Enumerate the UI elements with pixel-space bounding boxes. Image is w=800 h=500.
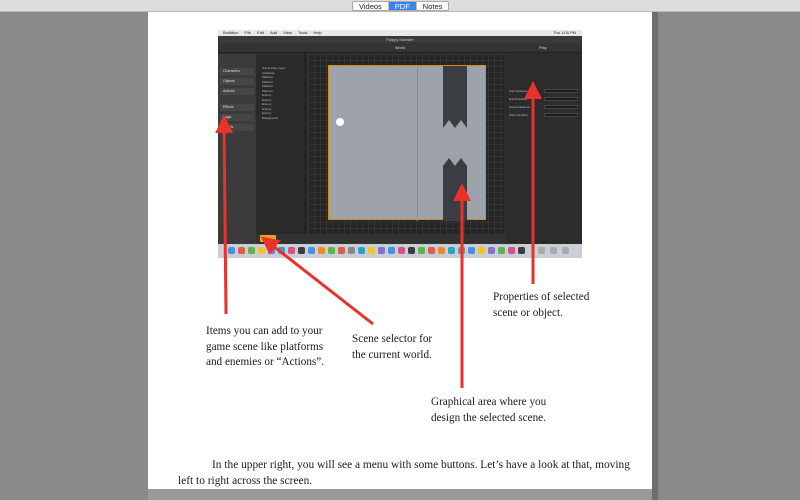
menu-edit: Edit (257, 30, 264, 35)
dock-app-icon (298, 247, 305, 254)
dock-app-icon (508, 247, 515, 254)
dock-app-icon (358, 247, 365, 254)
dock-app-icon (538, 247, 545, 254)
character-ball (336, 118, 344, 126)
dock-app-icon (448, 247, 455, 254)
prop-row: Start Distance (506, 88, 582, 94)
category-characters: Characters (220, 68, 254, 75)
prop-field (544, 105, 578, 109)
dock-app-icon (518, 247, 525, 254)
tab-videos[interactable]: Videos (353, 2, 389, 11)
label-scene-selector: Scene selector for the current world. (352, 333, 433, 361)
top-bar: Videos PDF Notes (0, 0, 800, 12)
menu-app: Buildbox (223, 30, 239, 35)
embedded-screenshot: Buildbox File Edit Add View Tools Help T… (218, 30, 582, 258)
dock-app-icon (458, 247, 465, 254)
dock-app-icon (398, 247, 405, 254)
dock-app-icon (428, 247, 435, 254)
dock-app-icon (278, 247, 285, 254)
world-selector-bar (256, 234, 506, 244)
page-bottom-edge (148, 489, 652, 500)
scene-world-area (328, 65, 486, 221)
view-segmented-control: Videos PDF Notes (352, 1, 450, 11)
left-margin (0, 12, 148, 500)
dock-app-icon (378, 247, 385, 254)
prop-label: Scene Distance (509, 105, 531, 109)
category-effects: Effects (220, 104, 254, 111)
dock-app-icon (348, 247, 355, 254)
label-properties: Properties of selected scene or object. (493, 291, 590, 319)
dock-app-icon (318, 247, 325, 254)
asset-categories-panel: Characters Objects Actions Effects Logic… (218, 54, 256, 244)
tab-notes[interactable]: Notes (417, 2, 449, 11)
prop-row: Scene Distance (506, 104, 582, 110)
menu-view: View (283, 30, 292, 35)
dock-app-icon (488, 247, 495, 254)
dock-app-icon (562, 247, 569, 254)
category-objects: Objects (220, 78, 254, 85)
dock-app-icon (438, 247, 445, 254)
tab-pdf[interactable]: PDF (388, 2, 417, 11)
dock-app-icon (328, 247, 335, 254)
prop-row: Play Condition (506, 112, 582, 118)
embedded-toolbar: World Play (218, 43, 582, 53)
dock-app-icon (478, 247, 485, 254)
category-actions: Actions (220, 88, 254, 95)
dock-app-icon (288, 247, 295, 254)
category-logic: Logic (220, 114, 254, 121)
label-graphical-area: Graphical area where you design the sele… (431, 396, 547, 424)
dock-app-icon (408, 247, 415, 254)
prop-field (544, 113, 578, 117)
body-paragraph: In the upper right, you will see a menu … (178, 459, 630, 487)
dock-app-icon (338, 247, 345, 254)
dock-app-icon (418, 247, 425, 254)
prop-field (544, 97, 578, 101)
dock-app-icon (228, 247, 235, 254)
dock-app-icon (498, 247, 505, 254)
menu-add: Add (270, 30, 278, 35)
menu-tools: Tools (298, 30, 308, 35)
prop-row: End Distance (506, 96, 582, 102)
prop-field (544, 89, 578, 93)
toolbar-play-label: Play (539, 45, 547, 50)
prop-label: Play Condition (509, 113, 529, 117)
dock-app-icon (248, 247, 255, 254)
dock-app-icon (468, 247, 475, 254)
properties-panel: Start Distance End Distance Scene Distan… (506, 54, 582, 244)
menu-file: File (244, 30, 251, 35)
embedded-window-title: Flappy Monster (218, 36, 582, 43)
prop-label: End Distance (509, 97, 527, 101)
enemy-pillars (443, 66, 467, 221)
embedded-dock (218, 244, 582, 258)
dock-app-icon (308, 247, 315, 254)
dock-app-icon (268, 247, 275, 254)
label-items: Items you can add to your game scene lik… (206, 325, 325, 368)
dock-app-icon (238, 247, 245, 254)
right-margin (652, 12, 800, 500)
dock-app-icon (258, 247, 265, 254)
dock-app-icon (368, 247, 375, 254)
tree-item: Background (262, 115, 279, 120)
menu-help: Help (313, 30, 322, 35)
world-button (260, 235, 276, 242)
dock-app-icon (550, 247, 557, 254)
scene-tree-panel: Game Play Layer Character Platform Platf… (256, 54, 306, 244)
prop-label: Start Distance (509, 89, 528, 93)
dock-app-icon (388, 247, 395, 254)
category-labels: Labels (220, 124, 254, 131)
page-scroll-edge (652, 12, 658, 500)
toolbar-world-label: World (394, 45, 406, 50)
